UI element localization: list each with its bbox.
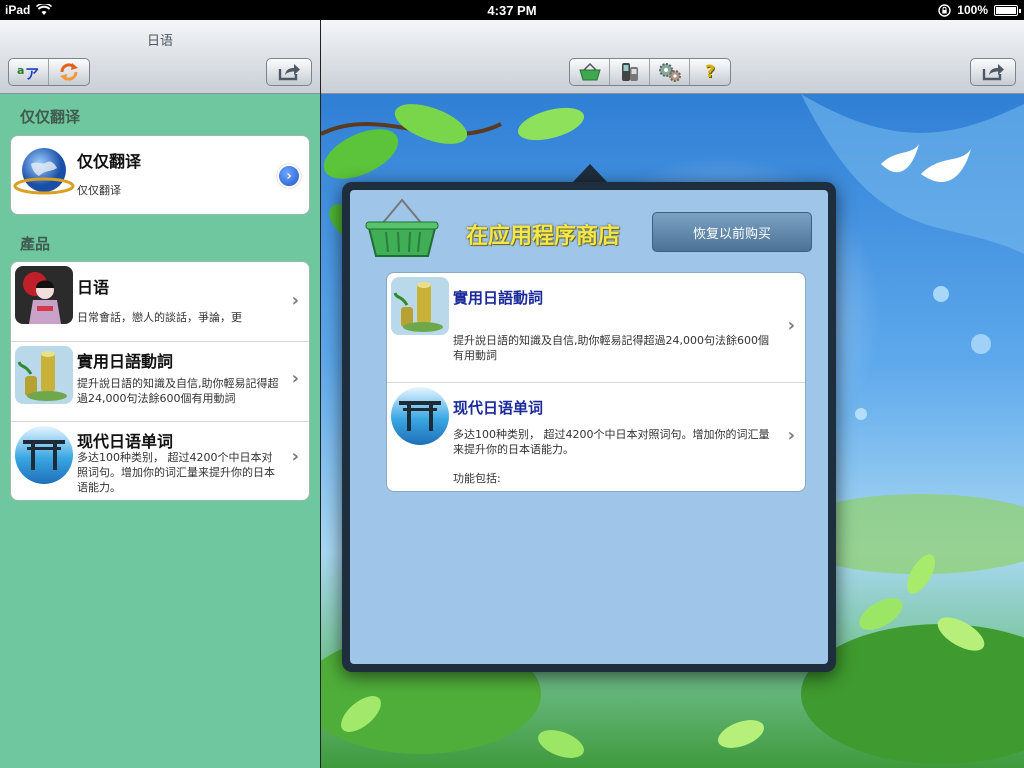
restore-purchases-button[interactable]: 恢复以前购买 xyxy=(652,212,812,252)
popover-arrow xyxy=(572,164,608,183)
torii-icon xyxy=(391,387,449,445)
item-desc: 多达100种类别， 超过4200个中日本对照词句。增加你的词汇量来提升你的日本语… xyxy=(453,428,770,456)
share-icon xyxy=(278,64,300,81)
bamboo-icon xyxy=(391,277,449,335)
battery-percent: 100% xyxy=(957,3,988,17)
settings-button[interactable] xyxy=(650,59,690,85)
translator-button[interactable] xyxy=(610,59,650,85)
basket-icon xyxy=(578,62,601,81)
store-item-vocabulary[interactable]: 现代日语单词 多达100种类别， 超过4200个中日本对照词句。增加你的词汇量来… xyxy=(387,383,805,491)
item-features: 功能包括: xyxy=(453,472,501,485)
bamboo-icon xyxy=(15,346,73,404)
item-desc: 日常會話，戀人的談話，爭論，更 xyxy=(77,311,242,324)
master-button-group: aア xyxy=(8,58,90,86)
store-list: 實用日語動詞 提升說日語的知識及自信,助你輕易記得超過24,000句法餘600個… xyxy=(386,272,806,492)
share-icon xyxy=(982,64,1004,81)
globe-icon xyxy=(13,142,75,204)
list-item-japanese[interactable]: 日语 日常會話，戀人的談話，爭論，更 › xyxy=(11,262,309,342)
master-navbar: 日语 aア xyxy=(0,20,320,94)
help-button[interactable]: ? xyxy=(690,59,730,85)
item-desc: 提升說日語的知識及自信,助你輕易記得超過24,000句法餘600個有用動詞 xyxy=(453,334,769,362)
products-group: 日语 日常會話，戀人的談話，爭論，更 › 實用日語動詞 提升說日語的知識及自信,… xyxy=(10,261,310,501)
master-share-button[interactable] xyxy=(266,58,312,86)
master-panel: 日语 aア 仅仅翻译 仅仅翻译 仅仅翻译 › 產品 日语 日常會話，戀人的談話，… xyxy=(0,20,320,768)
store-item-verbs[interactable]: 實用日語動詞 提升說日語的知識及自信,助你輕易記得超過24,000句法餘600個… xyxy=(387,273,805,383)
detail-navbar: ? xyxy=(321,20,1024,94)
chevron-right-icon: › xyxy=(291,290,299,311)
translate-button[interactable]: aア xyxy=(9,59,49,85)
translate-device-icon xyxy=(621,63,638,81)
battery-icon xyxy=(994,4,1021,16)
item-title: 實用日語動詞 xyxy=(77,352,174,371)
svg-text:a: a xyxy=(17,64,24,77)
basket-icon xyxy=(365,198,439,257)
detail-toolbar: ? xyxy=(569,58,731,86)
store-popover: 在应用程序商店 恢复以前购买 實用日語動詞 提升說日語的知識及自信,助你輕易記得… xyxy=(342,182,836,672)
item-title: 日语 xyxy=(77,278,110,297)
section-header-translate: 仅仅翻译 xyxy=(20,108,81,126)
detail-share-button[interactable] xyxy=(970,58,1016,86)
list-item-translate[interactable]: 仅仅翻译 仅仅翻译 › xyxy=(11,136,309,214)
torii-icon xyxy=(15,426,73,484)
detail-disclosure-button[interactable]: › xyxy=(277,164,301,188)
chevron-right-icon: › xyxy=(291,368,299,389)
clock: 4:37 PM xyxy=(487,3,537,18)
translate-icon: aア xyxy=(17,64,39,82)
item-title: 實用日語動詞 xyxy=(453,289,544,307)
rotation-lock-icon xyxy=(938,3,951,17)
help-icon: ? xyxy=(705,62,715,82)
gears-icon xyxy=(658,63,681,82)
list-item-vocabulary[interactable]: 现代日语单词 多达100种类别， 超过4200个中日本对照词句。增加你的词汇量来… xyxy=(11,422,309,500)
refresh-icon xyxy=(60,63,78,81)
geisha-icon xyxy=(15,266,73,324)
list-item-verbs[interactable]: 實用日語動詞 提升說日語的知識及自信,助你輕易記得超過24,000句法餘600個… xyxy=(11,342,309,422)
refresh-button[interactable] xyxy=(49,59,89,85)
svg-text:ア: ア xyxy=(25,67,39,82)
chevron-right-icon: › xyxy=(787,425,795,446)
status-bar: iPad 4:37 PM 100% xyxy=(0,0,1024,20)
item-title: 现代日语单词 xyxy=(453,399,544,417)
item-title: 现代日语单词 xyxy=(77,432,174,451)
item-title: 仅仅翻译 xyxy=(77,152,142,171)
store-button[interactable] xyxy=(570,59,610,85)
chevron-right-icon: › xyxy=(787,315,795,336)
item-desc: 多达100种类别， 超过4200个中日本对照词句。增加你的词汇量来提升你的日本语… xyxy=(77,451,275,494)
section-header-products: 產品 xyxy=(20,235,51,253)
item-desc: 仅仅翻译 xyxy=(77,184,121,197)
chevron-right-icon: › xyxy=(291,446,299,467)
master-title: 日语 xyxy=(146,34,173,49)
item-desc: 提升說日語的知識及自信,助你輕易記得超過24,000句法餘600個有用動詞 xyxy=(77,377,279,405)
store-title: 在应用程序商店 xyxy=(466,224,621,249)
chevron-right-icon: › xyxy=(286,168,292,184)
translate-group: 仅仅翻译 仅仅翻译 › xyxy=(10,135,310,215)
popover-content: 在应用程序商店 恢复以前购买 實用日語動詞 提升說日語的知識及自信,助你輕易記得… xyxy=(350,190,828,664)
